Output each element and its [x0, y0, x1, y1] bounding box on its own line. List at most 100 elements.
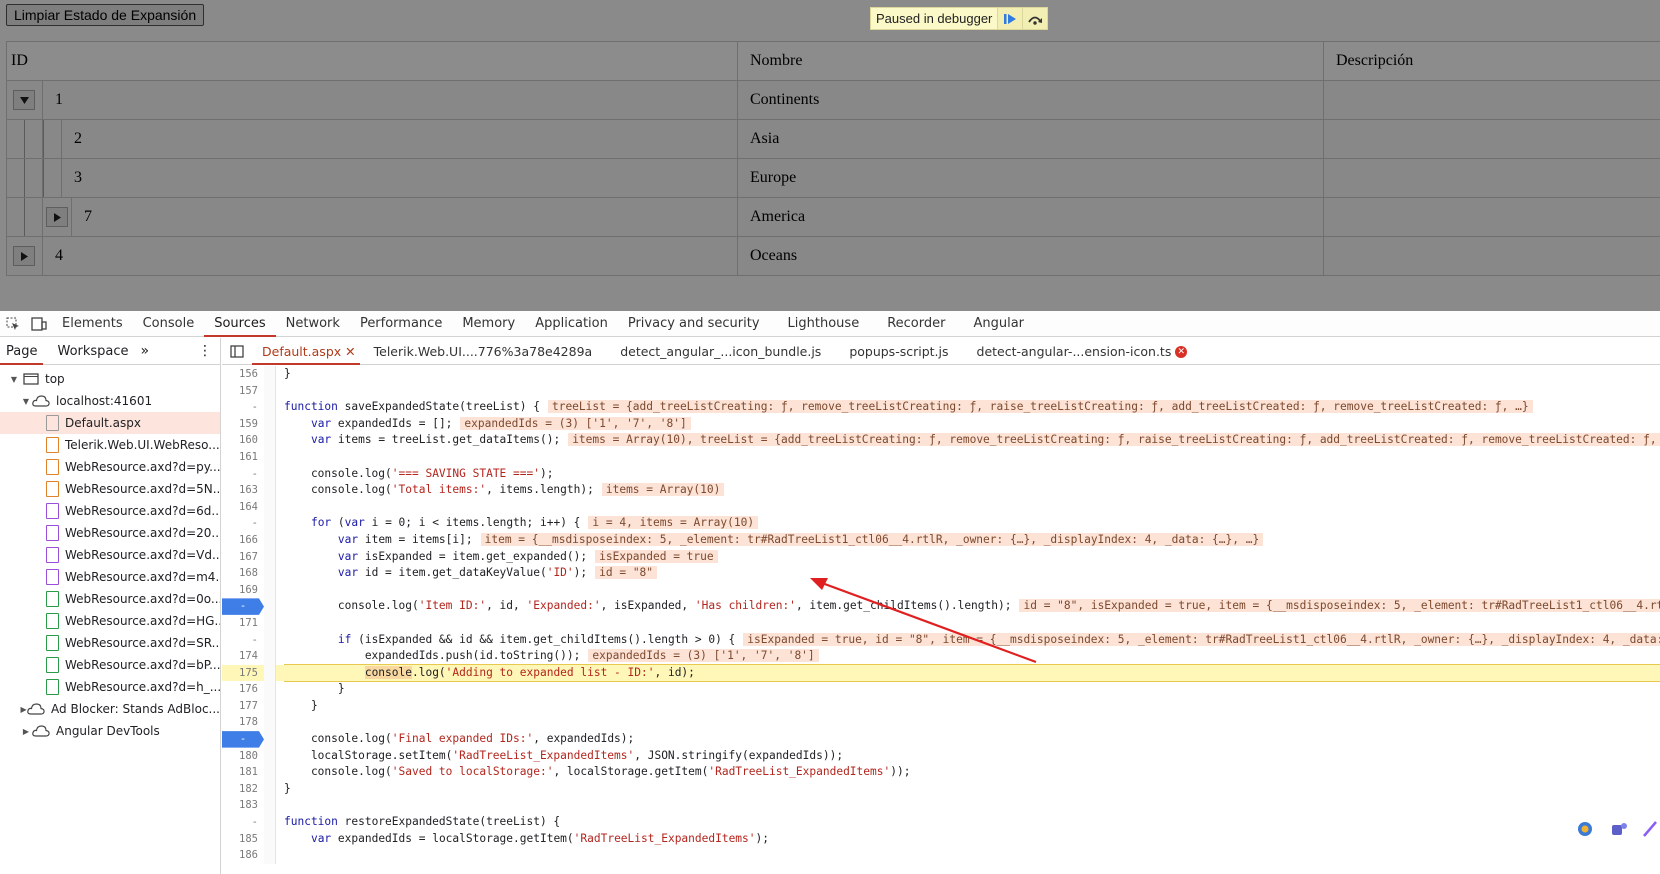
code-line[interactable]: 174 expandedIds.push(id.toString()); expa… — [222, 648, 1660, 665]
line-number[interactable]: 160 — [222, 432, 264, 449]
tree-item-file[interactable]: WebResource.axd?d=h_... — [0, 676, 220, 698]
copilot-icon[interactable] — [1576, 820, 1594, 838]
line-number[interactable]: 186 — [222, 847, 264, 864]
tree-item-default-aspx[interactable]: Default.aspx — [0, 412, 220, 434]
collapse-toggle-icon[interactable] — [13, 90, 35, 110]
error-close-icon[interactable]: ✕ — [1175, 346, 1188, 358]
code-line[interactable]: 176 } — [222, 681, 1660, 698]
editor-tab-telerik[interactable]: Telerik.Web.UI....776%3a78e4289a — [360, 338, 607, 365]
header-descripcion[interactable]: Descripción — [1324, 42, 1660, 80]
code-line[interactable]: 163 console.log('Total items:', items.le… — [222, 482, 1660, 499]
line-number[interactable]: 175 — [222, 665, 264, 682]
code-line[interactable]: - console.log('Final expanded IDs:', exp… — [222, 731, 1660, 748]
table-row[interactable]: 2 Asia — [7, 120, 1660, 159]
code-line[interactable]: 186 — [222, 847, 1660, 864]
tree-item-angular-devtools[interactable]: ▶ Angular DevTools — [0, 720, 220, 742]
line-number[interactable]: 164 — [222, 499, 264, 516]
code-line[interactable]: - console.log('=== SAVING STATE ==='); — [222, 465, 1660, 483]
inspect-element-icon[interactable] — [0, 311, 26, 337]
code-line[interactable]: 181 console.log('Saved to localStorage:'… — [222, 764, 1660, 781]
tab-console[interactable]: Console — [133, 311, 205, 337]
breakpoint-marker[interactable]: - — [222, 598, 264, 615]
editor-tab-default-aspx[interactable]: Default.aspx ✕ — [252, 338, 360, 365]
code-line[interactable]: 180 localStorage.setItem('RadTreeList_Ex… — [222, 747, 1660, 765]
line-number[interactable]: 168 — [222, 565, 264, 582]
line-number[interactable]: 166 — [222, 532, 264, 549]
line-number[interactable]: 180 — [222, 748, 264, 765]
code-line[interactable]: 171 — [222, 614, 1660, 632]
expand-toggle-icon[interactable] — [46, 207, 68, 227]
header-nombre[interactable]: Nombre — [738, 42, 1324, 80]
current-execution-line[interactable]: 175 console.log('Adding to expanded list… — [222, 663, 1660, 683]
line-number[interactable]: - — [222, 515, 264, 532]
line-number[interactable]: 161 — [222, 449, 264, 466]
kebab-menu-icon[interactable]: ⋮ — [198, 343, 212, 359]
tree-item-file[interactable]: WebResource.axd?d=0o... — [0, 588, 220, 610]
tree-item-file[interactable]: WebResource.axd?d=m4... — [0, 566, 220, 588]
tab-page[interactable]: Page — [0, 338, 44, 365]
code-line[interactable]: - for (var i = 0; i < items.length; i++)… — [222, 515, 1660, 532]
tree-item-file[interactable]: WebResource.axd?d=20... — [0, 522, 220, 544]
table-row[interactable]: 1 Continents — [7, 81, 1660, 120]
line-number[interactable]: - — [222, 632, 264, 649]
line-number[interactable]: 163 — [222, 482, 264, 499]
line-number[interactable]: 181 — [222, 764, 264, 781]
tab-lighthouse[interactable]: Lighthouse — [770, 311, 878, 337]
tree-item-file[interactable]: Telerik.Web.UI.WebReso... — [0, 434, 220, 456]
tab-elements[interactable]: Elements — [52, 311, 133, 337]
editor-tab-detect-angular-icon[interactable]: detect-angular-...ension-icon.ts ✕ — [963, 338, 1202, 365]
line-number[interactable]: - — [222, 814, 264, 831]
code-view[interactable]: 156} 157- function saveExpandedState(treeL… — [222, 366, 1660, 874]
tree-item-file[interactable]: WebResource.axd?d=Vd... — [0, 544, 220, 566]
tree-item-file[interactable]: WebResource.axd?d=SR... — [0, 632, 220, 654]
code-line[interactable]: - function saveExpandedState(treeList) {t… — [222, 399, 1660, 416]
code-line[interactable]: - console.log('Item ID:', id, 'Expanded:… — [222, 598, 1660, 615]
code-line[interactable]: 185 var expandedIds = localStorage.getIt… — [222, 830, 1660, 848]
teams-icon[interactable] — [1610, 820, 1628, 838]
tree-item-file[interactable]: WebResource.axd?d=bP... — [0, 654, 220, 676]
code-line[interactable]: 182} — [222, 780, 1660, 798]
toggle-navigator-icon[interactable] — [222, 338, 252, 364]
tree-item-file[interactable]: WebResource.axd?d=HG... — [0, 610, 220, 632]
tree-item-file[interactable]: WebResource.axd?d=6d... — [0, 500, 220, 522]
code-line[interactable]: 159 var expandedIds = []; expandedIds = (… — [222, 415, 1660, 433]
code-line[interactable]: 164 — [222, 498, 1660, 516]
tab-application[interactable]: Application — [525, 311, 618, 337]
code-line[interactable]: - function restoreExpandedState(treeList)… — [222, 814, 1660, 831]
pen-icon[interactable] — [1642, 820, 1658, 838]
tree-item-adblocker[interactable]: ▶ Ad Blocker: Stands AdBloc... — [0, 698, 220, 720]
tree-item-file[interactable]: WebResource.axd?d=5N... — [0, 478, 220, 500]
line-number[interactable]: 183 — [222, 797, 264, 814]
line-number[interactable]: - — [222, 466, 264, 483]
tab-privacy-security[interactable]: Privacy and security — [618, 311, 770, 337]
code-line[interactable]: 183 — [222, 797, 1660, 815]
device-toolbar-icon[interactable] — [26, 311, 52, 337]
header-id[interactable]: ID — [7, 42, 738, 80]
code-line[interactable]: 168 var id = item.get_dataKeyValue('ID')… — [222, 565, 1660, 582]
code-line[interactable]: 166 var item = items[i]; item = {__msdisp… — [222, 531, 1660, 549]
code-line[interactable]: 160 var items = treeList.get_dataItems()… — [222, 432, 1660, 449]
line-number[interactable]: 169 — [222, 582, 264, 599]
code-line[interactable]: 178 — [222, 714, 1660, 732]
close-icon[interactable]: ✕ — [345, 344, 355, 359]
code-line[interactable]: 156} — [222, 366, 1660, 383]
line-number[interactable]: 176 — [222, 681, 264, 698]
code-line[interactable]: - if (isExpanded && id && item.get_child… — [222, 631, 1660, 649]
tree-item-file[interactable]: WebResource.axd?d=py... — [0, 456, 220, 478]
resume-icon[interactable] — [997, 8, 1023, 29]
tab-angular[interactable]: Angular — [955, 311, 1042, 337]
line-number[interactable]: 182 — [222, 781, 264, 798]
clear-expansion-button[interactable]: Limpiar Estado de Expansión — [6, 4, 205, 26]
line-number[interactable]: 177 — [222, 698, 264, 715]
step-over-icon[interactable] — [1022, 8, 1048, 29]
code-line[interactable]: 169 — [222, 581, 1660, 599]
breakpoint-marker[interactable]: - — [222, 731, 264, 748]
tree-item-top[interactable]: ▼ top — [0, 368, 220, 390]
line-number[interactable]: 178 — [222, 714, 264, 731]
code-line[interactable]: 177 } — [222, 697, 1660, 715]
editor-tab-detect-angular-bundle[interactable]: detect_angular_...icon_bundle.js — [606, 338, 835, 365]
line-number[interactable]: 157 — [222, 383, 264, 400]
line-number[interactable]: 159 — [222, 416, 264, 433]
code-line[interactable]: 167 var isExpanded = item.get_expanded()… — [222, 548, 1660, 566]
tab-memory[interactable]: Memory — [452, 311, 525, 337]
